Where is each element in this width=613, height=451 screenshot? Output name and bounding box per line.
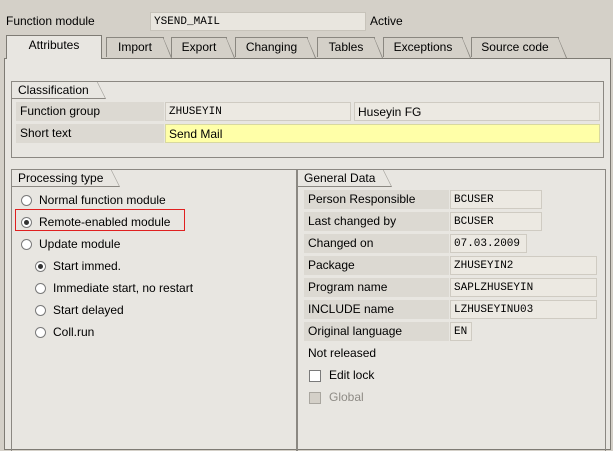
last-changed-by-label: Last changed by	[304, 212, 449, 231]
changed-on-label: Changed on	[304, 234, 449, 253]
general-data-group: General Data Person Responsible BCUSER L…	[297, 169, 606, 451]
person-responsible-label: Person Responsible	[304, 190, 449, 209]
tab-attributes[interactable]: Attributes	[6, 35, 102, 59]
general-data-title: General Data	[297, 169, 393, 187]
tab-changing-label: Changing	[245, 40, 298, 54]
global-label: Global	[329, 390, 364, 404]
person-responsible-field: BCUSER	[450, 190, 542, 209]
package-field: ZHUSEYIN2	[450, 256, 597, 275]
function-group-field[interactable]: ZHUSEYIN	[165, 102, 351, 121]
edit-lock-label: Edit lock	[329, 368, 375, 382]
function-module-field[interactable]: YSEND_MAIL	[150, 12, 366, 31]
start-immed-label: Start immed.	[53, 259, 122, 273]
global-checkbox	[309, 392, 321, 404]
program-name-label: Program name	[304, 278, 449, 297]
program-name-field: SAPLZHUSEYIN	[450, 278, 597, 297]
coll-run-label: Coll.run	[53, 325, 95, 339]
short-text-field[interactable]: Send Mail	[165, 124, 600, 143]
tab-exceptions-label: Exceptions	[393, 40, 453, 54]
immediate-start-no-restart-label: Immediate start, no restart	[53, 281, 194, 295]
classification-group: Classification Function group ZHUSEYIN H…	[11, 81, 604, 158]
normal-function-module-label: Normal function module	[39, 193, 166, 207]
classification-title: Classification	[11, 81, 106, 99]
not-released-text: Not released	[308, 346, 377, 360]
radio-start-immed[interactable]	[35, 261, 46, 272]
processing-type-title: Processing type	[11, 169, 121, 187]
tab-import-label: Import	[117, 40, 152, 54]
tab-export-label: Export	[181, 40, 217, 54]
tab-source-code-label: Source code	[481, 40, 549, 54]
edit-lock-checkbox[interactable]	[309, 370, 321, 382]
tab-export[interactable]: Export	[171, 37, 235, 58]
attributes-panel: Classification Function group ZHUSEYIN H…	[4, 58, 611, 451]
tab-exceptions[interactable]: Exceptions	[383, 37, 471, 58]
remote-enabled-module-label: Remote-enabled module	[39, 215, 171, 229]
function-group-label: Function group	[16, 102, 164, 121]
tab-source-code[interactable]: Source code	[471, 37, 567, 58]
short-text-label: Short text	[16, 124, 164, 143]
radio-immediate-start-no-restart[interactable]	[35, 283, 46, 294]
changed-on-field: 07.03.2009	[450, 234, 527, 253]
processing-type-title-text: Processing type	[18, 171, 104, 185]
include-name-label: INCLUDE name	[304, 300, 449, 319]
radio-start-delayed[interactable]	[35, 305, 46, 316]
tab-tables-label: Tables	[328, 40, 364, 54]
general-data-title-text: General Data	[304, 171, 376, 185]
last-changed-by-field: BCUSER	[450, 212, 542, 231]
function-module-label: Function module	[6, 14, 95, 28]
radio-update-module[interactable]	[21, 239, 32, 250]
radio-remote-enabled-module[interactable]	[21, 217, 32, 228]
classification-title-text: Classification	[18, 83, 89, 97]
package-label: Package	[304, 256, 449, 275]
radio-normal-function-module[interactable]	[21, 195, 32, 206]
tab-strip: Attributes Import Export Changing Tables…	[4, 35, 613, 59]
tab-tables[interactable]: Tables	[317, 37, 383, 58]
include-name-field: LZHUSEYINU03	[450, 300, 597, 319]
original-language-field: EN	[450, 322, 472, 341]
function-group-description: Huseyin FG	[354, 102, 600, 121]
header-row: Function module YSEND_MAIL Active	[0, 12, 613, 34]
status-text: Active	[370, 14, 403, 28]
tab-changing[interactable]: Changing	[235, 37, 316, 58]
tab-attributes-label: Attributes	[28, 38, 80, 52]
original-language-label: Original language	[304, 322, 449, 341]
start-delayed-label: Start delayed	[53, 303, 124, 317]
processing-type-group: Processing type Normal function module R…	[11, 169, 297, 451]
tab-import[interactable]: Import	[106, 37, 172, 58]
update-module-label: Update module	[39, 237, 121, 251]
radio-coll-run[interactable]	[35, 327, 46, 338]
